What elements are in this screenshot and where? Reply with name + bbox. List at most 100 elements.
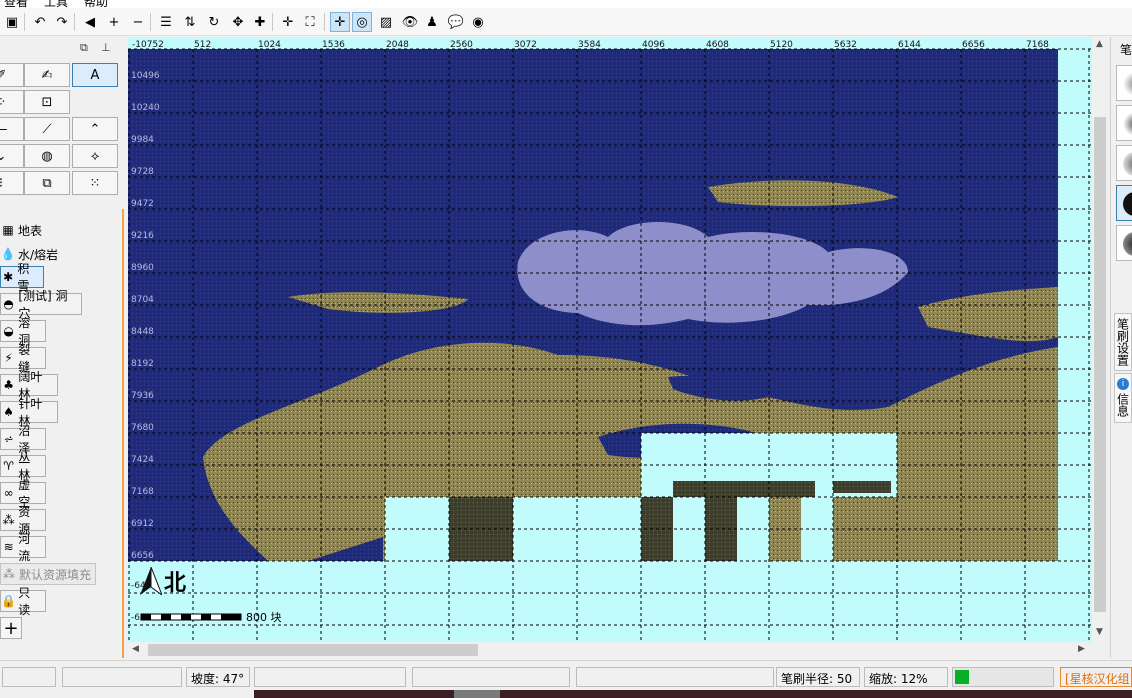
- crosshair-icon[interactable]: ✛: [330, 12, 350, 32]
- zoom-in-icon[interactable]: +: [104, 12, 124, 32]
- layers-list-icon[interactable]: ☰: [156, 12, 176, 32]
- plugin-icon[interactable]: ✚: [250, 12, 270, 32]
- scroll-right-icon[interactable]: ▶: [1078, 644, 1085, 654]
- brush-hard-selected[interactable]: [1116, 185, 1132, 221]
- tab-brush-settings[interactable]: 笔刷设置: [1114, 313, 1132, 371]
- scroll-up-icon[interactable]: ▲: [1096, 39, 1103, 49]
- void-layer-icon: ∞: [3, 486, 14, 500]
- chat-icon[interactable]: 💬: [446, 12, 466, 32]
- status-cell-1: [2, 667, 56, 687]
- zoom-out-icon[interactable]: −: [128, 12, 148, 32]
- raise-tool-icon[interactable]: ⌃: [72, 117, 118, 141]
- fit-view-icon[interactable]: ⛶: [300, 12, 320, 32]
- layer-jungle-layer[interactable]: ♈ 丛林: [0, 451, 46, 482]
- snow-layer-icon: ✱: [3, 270, 14, 284]
- noise-tool-icon[interactable]: ⁙: [72, 171, 118, 195]
- status-bar: 坡度: 47° 笔刷半径: 50 缩放: 12% [星核汉化组: [0, 660, 1132, 690]
- tab-info[interactable]: i 信息: [1114, 373, 1132, 423]
- y-tick-label: 7936: [131, 391, 154, 401]
- dark-strip: [673, 481, 815, 497]
- rotate-icon[interactable]: ↻: [204, 12, 224, 32]
- undock-icon[interactable]: ⧉: [80, 41, 88, 55]
- layer-lock[interactable]: 🔒 只读: [0, 586, 46, 617]
- move-icon[interactable]: ✥: [228, 12, 248, 32]
- image-icon[interactable]: ▨: [376, 12, 396, 32]
- y-tick-label: 8192: [131, 359, 154, 369]
- layer-resources-layer[interactable]: ⁂ 资源: [0, 505, 46, 536]
- toolbar-separator: [324, 13, 325, 31]
- y-tick-label: 9216: [131, 231, 154, 241]
- person-icon[interactable]: ♟: [422, 12, 442, 32]
- layer-deciduous-layer[interactable]: ♣ 阔叶林: [0, 370, 58, 401]
- toolbar-separator: [150, 13, 151, 31]
- globe-icon[interactable]: ◉: [468, 12, 488, 32]
- x-tick-label: 1536: [322, 40, 345, 50]
- layer-default-fill[interactable]: ⁂ 默认资源填充: [0, 563, 96, 585]
- brush-soft-small[interactable]: [1116, 65, 1132, 101]
- y-tick-label: 7680: [131, 423, 154, 433]
- target-icon[interactable]: ◎: [352, 12, 372, 32]
- eye-icon[interactable]: 👁: [400, 12, 420, 32]
- pencil-tool-icon[interactable]: ✐: [0, 63, 24, 87]
- copy-tool-icon[interactable]: ⧉: [24, 171, 70, 195]
- spray-tool-icon[interactable]: ⁘: [0, 90, 24, 114]
- layer-cave-layer[interactable]: ◓ [测试] 洞穴: [0, 289, 82, 320]
- mountain-tool-icon[interactable]: ⟡: [72, 144, 118, 168]
- undo-icon[interactable]: ↶: [30, 12, 50, 32]
- export-image-icon[interactable]: ▣: [2, 12, 22, 32]
- swap-vertical-icon[interactable]: ⇅: [180, 12, 200, 32]
- menu-bar: 查看 工具 帮助: [0, 0, 1132, 8]
- brush-soft-large[interactable]: [1116, 145, 1132, 181]
- layer-label: 只读: [18, 586, 31, 617]
- pin-icon[interactable]: ⊥: [101, 41, 111, 54]
- x-tick-label: 7168: [1026, 40, 1049, 50]
- resources-layer-icon: ⁂: [2, 513, 15, 527]
- x-tick-label: 5120: [770, 40, 793, 50]
- slope-tool-icon[interactable]: ⟋: [24, 117, 70, 141]
- scroll-down-icon[interactable]: ▼: [1096, 627, 1103, 637]
- menu-tools[interactable]: 工具: [44, 0, 68, 8]
- smooth-tool-icon[interactable]: ◍: [24, 144, 70, 168]
- center-icon[interactable]: ✛: [278, 12, 298, 32]
- brush-hard[interactable]: [1116, 225, 1132, 261]
- menu-help[interactable]: 帮助: [84, 0, 108, 8]
- brush-soft-medium[interactable]: [1116, 105, 1132, 141]
- credit-link[interactable]: [星核汉化组: [1060, 667, 1132, 687]
- layer-swamp-layer[interactable]: ⩫ 沼泽: [0, 424, 46, 455]
- y-tick-label: 6912: [131, 519, 154, 529]
- fill-tool-icon[interactable]: ✍: [24, 63, 70, 87]
- tool-palette: ⧉ ⊥ ✐✍A⁘⊡—⟋⌃⌄◍⟡⁝⧉⁙ ▦地表💧水/熔岩✱积雪◓[测试] 洞穴◒溶…: [0, 37, 126, 658]
- status-cell-4: [254, 667, 406, 687]
- layer-label: 河流: [18, 532, 31, 563]
- map-image[interactable]: [128, 37, 1092, 642]
- redo-icon[interactable]: ↷: [52, 12, 72, 32]
- map-canvas[interactable]: -10752 512 1024 1536 2048 2560 3072 3584 4096 460…: [128, 37, 1092, 642]
- layer-snow-layer[interactable]: ✱ 积雪: [0, 262, 44, 293]
- layer-chasm-layer[interactable]: ⚡ 裂缝: [0, 343, 46, 374]
- lower-tool-icon[interactable]: ⌄: [0, 144, 24, 168]
- status-cell-2: [62, 667, 182, 687]
- vertical-scroll-thumb[interactable]: [1094, 117, 1106, 612]
- x-tick-label: 6144: [898, 40, 921, 50]
- layer-terrain-layer[interactable]: ▦ 地表: [0, 219, 46, 241]
- add-layer-button[interactable]: +: [0, 617, 22, 639]
- erode-tool-icon[interactable]: ⁝: [0, 171, 24, 195]
- y-tick-label: 8960: [131, 263, 154, 273]
- layer-cavern-layer[interactable]: ◒ 溶洞: [0, 316, 46, 347]
- layer-pine-layer[interactable]: ♠ 针叶林: [0, 397, 58, 428]
- menu-view[interactable]: 查看: [4, 0, 28, 8]
- zoom-previous-icon[interactable]: ◀: [80, 12, 100, 32]
- flatten-tool-icon[interactable]: —: [0, 117, 24, 141]
- dark-strip-2: [833, 481, 891, 493]
- vertical-scrollbar[interactable]: ▲ ▼: [1092, 37, 1108, 642]
- toolbar-separator: [272, 13, 273, 31]
- tab-brush-settings-label: 笔刷设置: [1115, 318, 1130, 366]
- layer-void-layer[interactable]: ∞ 虚空: [0, 478, 46, 509]
- layer-river-layer[interactable]: ≋ 河流: [0, 532, 46, 563]
- scroll-left-icon[interactable]: ◀: [132, 644, 139, 654]
- void-tile: [801, 497, 833, 561]
- stamp-tool-icon[interactable]: ⊡: [24, 90, 70, 114]
- horizontal-scrollbar[interactable]: ◀ ▶: [128, 642, 1092, 658]
- horizontal-scroll-thumb[interactable]: [148, 644, 478, 656]
- text-tool-icon[interactable]: A: [72, 63, 118, 87]
